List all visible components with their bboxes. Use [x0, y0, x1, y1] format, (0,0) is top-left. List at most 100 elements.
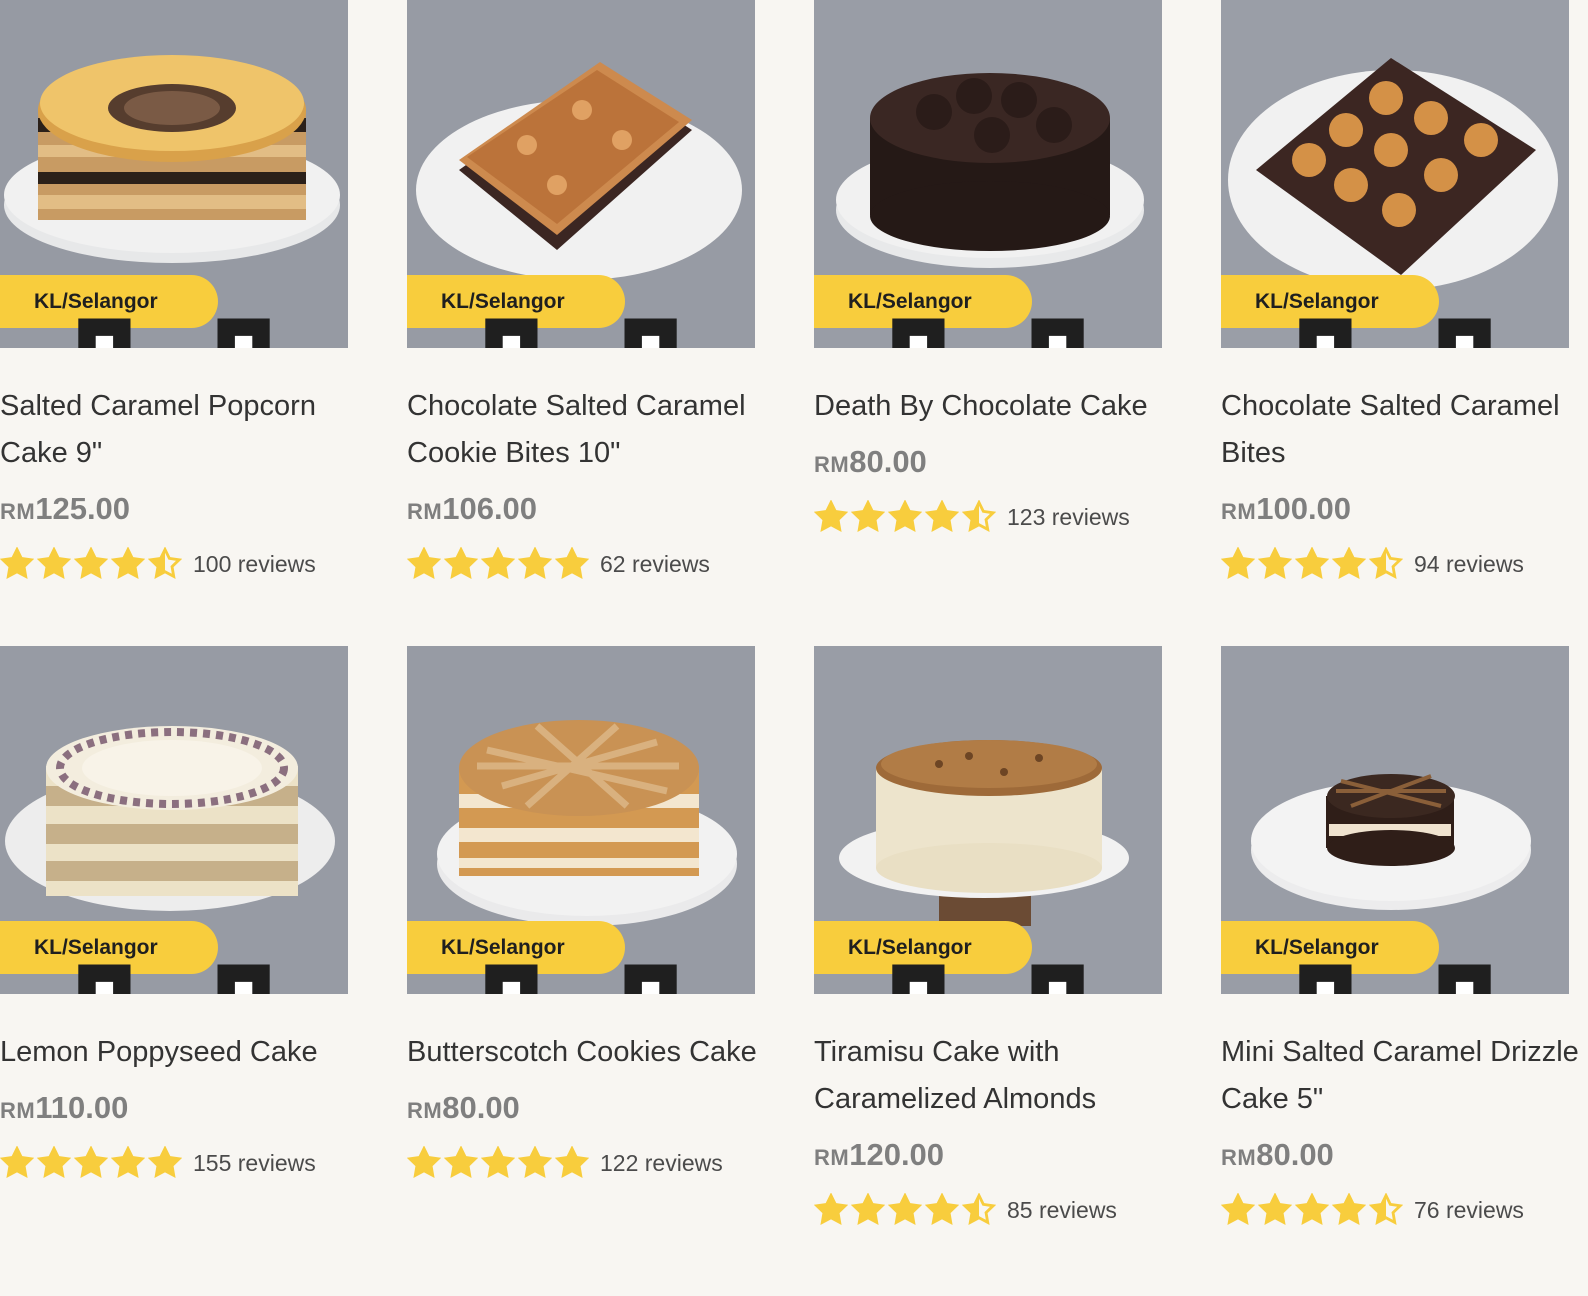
price-amount: 80.00: [442, 1090, 520, 1125]
star-full-icon: [555, 1146, 589, 1178]
price-amount: 106.00: [442, 491, 538, 526]
reviews-count[interactable]: 155 reviews: [193, 1150, 316, 1177]
product-price: RM 80.00: [407, 1090, 755, 1126]
product-title[interactable]: Salted Caramel Popcorn Cake 9": [0, 383, 360, 477]
star-full-icon: [37, 1146, 71, 1178]
product-title[interactable]: Chocolate Salted Caramel Cookie Bites 10…: [407, 383, 767, 477]
product-title[interactable]: Death By Chocolate Cake: [814, 383, 1174, 430]
star-full-icon: [111, 547, 145, 579]
region-badge: KL/Selangor: [1221, 275, 1491, 348]
product-image[interactable]: KL/Selangor: [814, 0, 1162, 348]
product-card[interactable]: KL/Selangor Death By Chocolate Cake RM 8…: [814, 0, 1162, 534]
product-image[interactable]: KL/Selangor: [0, 0, 348, 348]
currency-label: RM: [0, 499, 36, 524]
star-full-icon: [1295, 1193, 1329, 1225]
product-grid: KL/Selangor Salted Caramel Popcorn Cake …: [0, 0, 1588, 1296]
star-full-icon: [925, 1193, 959, 1225]
bottles-icon: [1299, 318, 1491, 348]
product-card[interactable]: KL/Selangor Mini Salted Caramel Drizzle …: [1221, 646, 1579, 1227]
star-rating: [407, 547, 592, 581]
rating-row: 100 reviews: [0, 547, 348, 581]
product-price: RM 80.00: [814, 444, 1162, 480]
price-amount: 125.00: [35, 491, 131, 526]
product-image[interactable]: KL/Selangor: [814, 646, 1162, 994]
currency-label: RM: [1221, 1145, 1257, 1170]
star-full-icon: [814, 1193, 848, 1225]
product-card[interactable]: KL/Selangor Butterscotch Cookies Cake RM…: [407, 646, 757, 1180]
currency-label: RM: [407, 1098, 443, 1123]
reviews-count[interactable]: 100 reviews: [193, 551, 316, 578]
rating-row: 123 reviews: [814, 500, 1162, 534]
product-title[interactable]: Chocolate Salted Caramel Bites: [1221, 383, 1581, 477]
star-full-icon: [851, 1193, 885, 1225]
region-badge: KL/Selangor: [0, 921, 270, 994]
star-full-icon: [1221, 1193, 1255, 1225]
star-full-icon: [0, 1146, 34, 1178]
bottles-icon: [1299, 964, 1491, 994]
rating-row: 62 reviews: [407, 547, 755, 581]
price-amount: 110.00: [35, 1090, 129, 1125]
region-badge: KL/Selangor: [814, 921, 1084, 994]
product-title[interactable]: Butterscotch Cookies Cake: [407, 1029, 767, 1076]
star-full-icon: [555, 547, 589, 579]
product-title[interactable]: Lemon Poppyseed Cake: [0, 1029, 360, 1076]
star-full-icon: [74, 1146, 108, 1178]
product-card[interactable]: KL/Selangor Lemon Poppyseed Cake RM 110.…: [0, 646, 348, 1180]
star-full-icon: [1258, 1193, 1292, 1225]
product-price: RM 100.00: [1221, 491, 1569, 527]
bottles-icon: [485, 318, 677, 348]
price-amount: 100.00: [1256, 491, 1352, 526]
star-full-icon: [1332, 1193, 1366, 1225]
price-amount: 80.00: [1256, 1137, 1334, 1172]
star-rating: [814, 500, 999, 534]
star-full-icon: [1258, 547, 1292, 579]
star-half-icon: [148, 547, 182, 579]
star-full-icon: [148, 1146, 182, 1178]
product-image[interactable]: KL/Selangor: [1221, 0, 1569, 348]
product-image[interactable]: KL/Selangor: [1221, 646, 1569, 994]
product-image[interactable]: KL/Selangor: [407, 646, 755, 994]
star-full-icon: [481, 1146, 515, 1178]
product-image[interactable]: KL/Selangor: [407, 0, 755, 348]
star-rating: [407, 1146, 592, 1180]
star-half-icon: [1369, 547, 1403, 579]
reviews-count[interactable]: 94 reviews: [1414, 551, 1524, 578]
currency-label: RM: [814, 452, 850, 477]
product-price: RM 106.00: [407, 491, 755, 527]
star-full-icon: [111, 1146, 145, 1178]
reviews-count[interactable]: 122 reviews: [600, 1150, 723, 1177]
reviews-count[interactable]: 123 reviews: [1007, 504, 1130, 531]
star-full-icon: [444, 1146, 478, 1178]
star-full-icon: [851, 500, 885, 532]
product-card[interactable]: KL/Selangor Chocolate Salted Caramel Coo…: [407, 0, 755, 581]
star-rating: [1221, 1193, 1406, 1227]
star-rating: [814, 1193, 999, 1227]
product-card[interactable]: KL/Selangor Salted Caramel Popcorn Cake …: [0, 0, 348, 581]
product-price: RM 110.00: [0, 1090, 348, 1126]
product-image[interactable]: KL/Selangor: [0, 646, 348, 994]
rating-row: 122 reviews: [407, 1146, 755, 1180]
reviews-count[interactable]: 76 reviews: [1414, 1197, 1524, 1224]
star-rating: [0, 547, 185, 581]
reviews-count[interactable]: 62 reviews: [600, 551, 710, 578]
product-card[interactable]: KL/Selangor Tiramisu Cake with Carameliz…: [814, 646, 1162, 1227]
rating-row: 94 reviews: [1221, 547, 1569, 581]
currency-label: RM: [814, 1145, 850, 1170]
currency-label: RM: [407, 499, 443, 524]
region-badge: KL/Selangor: [407, 921, 677, 994]
price-amount: 120.00: [849, 1137, 945, 1172]
bottles-icon: [892, 318, 1084, 348]
currency-label: RM: [1221, 499, 1257, 524]
currency-label: RM: [0, 1098, 36, 1123]
region-badge: KL/Selangor: [1221, 921, 1491, 994]
star-half-icon: [962, 500, 996, 532]
region-badge: KL/Selangor: [0, 275, 270, 348]
bottles-icon: [485, 964, 677, 994]
price-amount: 80.00: [849, 444, 927, 479]
star-rating: [1221, 547, 1406, 581]
product-title[interactable]: Tiramisu Cake with Caramelized Almonds: [814, 1029, 1174, 1123]
reviews-count[interactable]: 85 reviews: [1007, 1197, 1117, 1224]
product-card[interactable]: KL/Selangor Chocolate Salted Caramel Bit…: [1221, 0, 1569, 581]
star-half-icon: [1369, 1193, 1403, 1225]
product-title[interactable]: Mini Salted Caramel Drizzle Cake 5": [1221, 1029, 1581, 1123]
